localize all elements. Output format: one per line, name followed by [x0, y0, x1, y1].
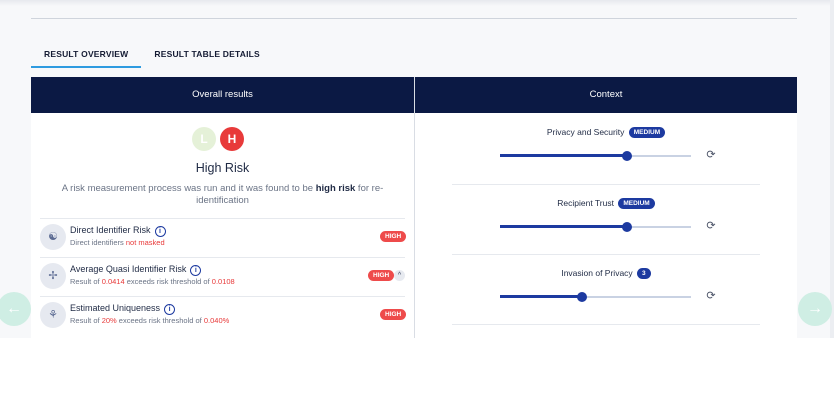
refresh-icon[interactable]: ⟳ [705, 220, 717, 232]
risk-level-badges: L H [192, 127, 244, 151]
overall-results-card: Overall results L H High Risk A risk mea… [31, 77, 414, 338]
risk-row-direct-identifier: ☯ Direct Identifier Risk i Direct identif… [40, 218, 407, 256]
row-sub-highlight: not masked [125, 238, 165, 247]
high-risk-badge: H [220, 127, 244, 151]
recipient-trust-slider[interactable] [500, 220, 691, 234]
high-badge: HIGH [368, 270, 395, 281]
risk-desc-bold: high risk [315, 183, 356, 194]
row-sub-prefix: Result of [70, 277, 102, 286]
context-label: Privacy and Security MEDIUM [415, 127, 797, 138]
row-title: Direct Identifier Risk i [70, 225, 166, 237]
row-subtitle: Direct identifiers not masked [70, 238, 165, 247]
row-sub-value: 20% [101, 316, 117, 325]
context-label-text: Invasion of Privacy [561, 268, 633, 278]
slider-fill [500, 225, 627, 228]
context-divider [452, 324, 760, 325]
level-pill: MEDIUM [618, 198, 655, 209]
refresh-icon[interactable]: ⟳ [705, 290, 717, 302]
level-pill: MEDIUM [628, 127, 666, 138]
low-risk-badge: L [192, 127, 216, 151]
high-badge: HIGH [380, 231, 407, 242]
context-label-text: Recipient Trust [557, 198, 614, 208]
right-edge [830, 0, 834, 338]
row-title-text: Direct Identifier Risk [70, 225, 151, 235]
tab-result-table-details[interactable]: RESULT TABLE DETAILS [141, 42, 273, 68]
context-card: Context Privacy and Security MEDIUM ⟳ Re… [415, 77, 797, 338]
context-label-text: Privacy and Security [546, 127, 625, 137]
chevron-up-icon[interactable]: ^ [394, 270, 405, 281]
row-title: Estimated Uniqueness i [70, 303, 176, 315]
result-tabs: RESULT OVERVIEW RESULT TABLE DETAILS [31, 42, 273, 68]
context-label: Invasion of Privacy 3 [415, 268, 797, 279]
row-subtitle: Result of 0.0414 exceeds risk threshold … [70, 277, 235, 286]
row-subtitle: Result of 20% exceeds risk threshold of … [70, 316, 229, 325]
info-icon[interactable]: i [164, 304, 176, 315]
slider-thumb[interactable] [622, 222, 632, 232]
row-divider [40, 296, 405, 297]
row-title: Average Quasi Identifier Risk i [70, 264, 202, 276]
risk-desc-prefix: A risk measurement process was run and i… [61, 183, 316, 194]
risk-title: High Risk [195, 161, 250, 175]
row-divider [40, 218, 405, 219]
privacy-security-slider[interactable] [500, 149, 691, 163]
context-header: Context [415, 77, 797, 113]
fingerprint-icon: ⚘ [40, 302, 66, 328]
row-divider [40, 257, 405, 258]
refresh-icon[interactable]: ⟳ [705, 149, 717, 161]
row-sub-threshold: 0.040% [203, 316, 230, 325]
context-divider [452, 184, 760, 185]
row-sub-threshold: 0.0108 [211, 277, 235, 286]
risk-row-estimated-uniqueness: ⚘ Estimated Uniqueness i Result of 20% ex… [40, 296, 407, 334]
person-mask-icon: ☯ [40, 224, 66, 250]
row-title-text: Estimated Uniqueness [70, 303, 161, 313]
risk-description: A risk measurement process was run and i… [51, 183, 394, 207]
row-sub-value: 0.0414 [101, 277, 125, 286]
slider-fill [500, 154, 627, 157]
row-sub-mid: exceeds risk threshold of [124, 277, 212, 286]
row-sub-prefix: Direct identifiers [70, 238, 126, 247]
info-icon[interactable]: i [190, 265, 202, 276]
header-rule [31, 18, 797, 19]
context-label: Recipient Trust MEDIUM [415, 198, 797, 209]
page: RESULT OVERVIEW RESULT TABLE DETAILS Ove… [0, 0, 834, 401]
row-sub-mid: exceeds risk threshold of [116, 316, 204, 325]
overall-results-header: Overall results [31, 77, 414, 113]
arrows-icon: ✢ [40, 263, 66, 289]
level-pill: 3 [637, 268, 651, 279]
slider-fill [500, 295, 582, 298]
row-sub-prefix: Result of [70, 316, 102, 325]
slider-thumb[interactable] [577, 292, 587, 302]
invasion-of-privacy-slider[interactable] [500, 290, 691, 304]
row-title-text: Average Quasi Identifier Risk [70, 264, 187, 274]
info-icon[interactable]: i [154, 226, 166, 237]
tab-result-overview[interactable]: RESULT OVERVIEW [31, 42, 142, 68]
slider-thumb[interactable] [622, 151, 632, 161]
arrow-right-icon[interactable]: → [798, 292, 832, 326]
high-badge: HIGH [380, 309, 407, 320]
risk-row-average-quasi-identifier: ✢ Average Quasi Identifier Risk i Result … [40, 257, 405, 295]
context-divider [452, 254, 760, 255]
top-shadow [0, 0, 834, 6]
